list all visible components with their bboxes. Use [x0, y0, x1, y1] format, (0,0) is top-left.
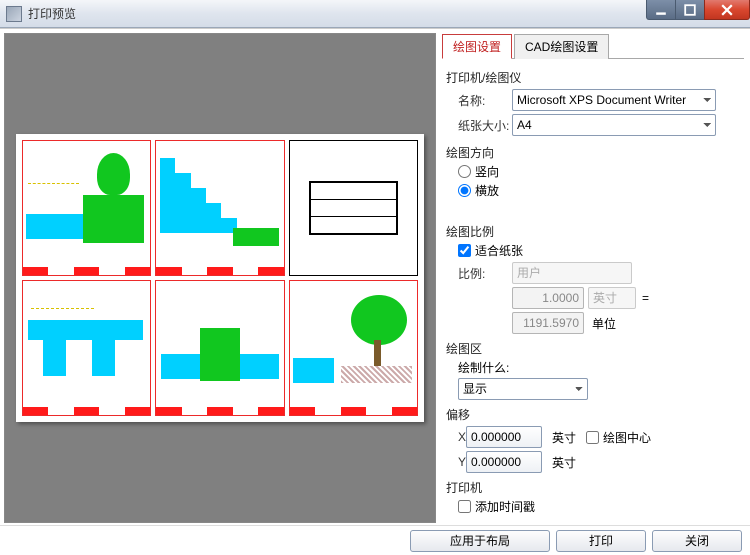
drawing-thumb: [289, 280, 418, 416]
label-unit2: 单位: [592, 315, 640, 332]
window-buttons: [647, 0, 750, 20]
plot-what-select[interactable]: 显示: [458, 378, 588, 400]
maximize-button[interactable]: [675, 0, 705, 20]
group-offset: 偏移: [446, 406, 740, 423]
drawing-thumb: [22, 280, 151, 416]
group-scale: 绘图比例: [446, 223, 740, 240]
scale-num1-input[interactable]: [512, 287, 584, 309]
label-plot-center: 绘图中心: [603, 429, 651, 446]
close-button[interactable]: [704, 0, 750, 20]
checkbox-timestamp[interactable]: [458, 500, 471, 513]
app-icon: [6, 6, 22, 22]
group-printer2: 打印机: [446, 479, 740, 496]
checkbox-plot-center[interactable]: [586, 431, 599, 444]
label-plot-what: 绘制什么:: [446, 359, 740, 376]
label-timestamp: 添加时间戳: [475, 498, 535, 515]
tab-bar: 绘图设置 CAD绘图设置: [442, 33, 744, 59]
group-plot-area: 绘图区: [446, 340, 740, 357]
title-bar: 打印预览: [0, 0, 750, 28]
drawing-info-thumb: [289, 140, 418, 276]
offset-x-input[interactable]: [466, 426, 542, 448]
tab-plot-settings[interactable]: 绘图设置: [442, 34, 512, 59]
preview-page: [16, 134, 424, 422]
label-fit-paper: 适合纸张: [475, 242, 523, 259]
label-offset-y: Y: [446, 455, 466, 469]
printer-name-select[interactable]: Microsoft XPS Document Writer: [512, 89, 716, 111]
tab-cad-plot-settings[interactable]: CAD绘图设置: [514, 34, 609, 59]
checkbox-fit-paper[interactable]: [458, 244, 471, 257]
radio-landscape[interactable]: [458, 184, 471, 197]
preview-pane: [4, 33, 436, 523]
label-offset-x-unit: 英寸: [552, 429, 576, 446]
drawing-thumb: [155, 280, 284, 416]
radio-portrait[interactable]: [458, 165, 471, 178]
minimize-button[interactable]: [646, 0, 676, 20]
window-title: 打印预览: [28, 5, 76, 22]
dialog-footer: 应用于布局 打印 关闭: [0, 525, 750, 555]
close-dialog-button[interactable]: 关闭: [652, 530, 742, 552]
print-button[interactable]: 打印: [556, 530, 646, 552]
group-orientation: 绘图方向: [446, 144, 740, 161]
label-landscape: 横放: [475, 182, 499, 199]
label-printer-name: 名称:: [446, 92, 512, 109]
label-paper-size: 纸张大小:: [446, 117, 512, 134]
scale-ratio-select[interactable]: 用户: [512, 262, 632, 284]
label-offset-y-unit: 英寸: [552, 454, 576, 471]
apply-layout-button[interactable]: 应用于布局: [410, 530, 550, 552]
paper-size-select[interactable]: A4: [512, 114, 716, 136]
drawing-thumb: [22, 140, 151, 276]
scale-num2-input[interactable]: [512, 312, 584, 334]
settings-panel: 绘图设置 CAD绘图设置 打印机/绘图仪 名称: Microsoft XPS D…: [438, 29, 750, 521]
group-printer: 打印机/绘图仪: [446, 69, 740, 86]
label-ratio: 比例:: [446, 265, 512, 282]
label-offset-x: X: [446, 430, 466, 444]
label-portrait: 竖向: [475, 163, 499, 180]
offset-y-input[interactable]: [466, 451, 542, 473]
drawing-thumb: [155, 140, 284, 276]
equals-sign: =: [642, 291, 649, 305]
scale-unit1-select[interactable]: 英寸: [588, 287, 636, 309]
